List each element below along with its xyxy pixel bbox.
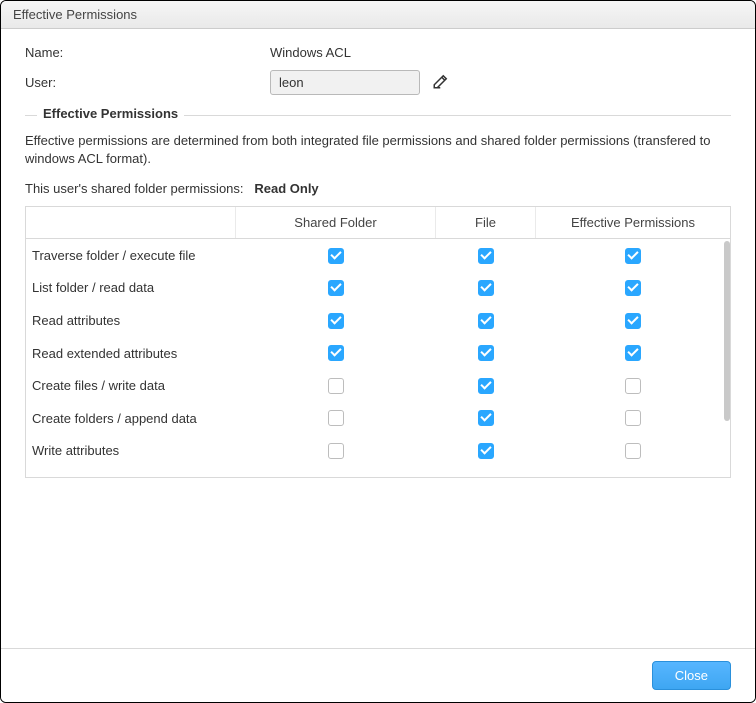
table-row: Read attributes [26, 304, 730, 337]
header-effective: Effective Permissions [536, 207, 730, 238]
name-value: Windows ACL [270, 45, 351, 60]
effective-checkbox [625, 280, 641, 296]
effective-checkbox-cell [536, 308, 730, 333]
user-label: User: [25, 75, 270, 90]
shared-folder-checkbox [328, 345, 344, 361]
effective-checkbox-cell [536, 276, 730, 301]
window-title: Effective Permissions [13, 7, 137, 22]
dialog-footer: Close [1, 648, 755, 702]
permission-name: Read attributes [26, 309, 236, 332]
shared-folder-checkbox [328, 313, 344, 329]
shared-folder-permissions-line: This user's shared folder permissions: R… [25, 181, 731, 196]
file-checkbox [478, 443, 494, 459]
section-description: Effective permissions are determined fro… [25, 132, 731, 167]
dialog-window: Effective Permissions Name: Windows ACL … [0, 0, 756, 703]
permission-name: Create folders / append data [26, 407, 236, 430]
file-checkbox-cell [436, 243, 536, 268]
shared-folder-checkbox-cell [236, 308, 436, 333]
file-checkbox [478, 378, 494, 394]
file-checkbox-cell [436, 341, 536, 366]
effective-checkbox-cell [536, 406, 730, 431]
shared-folder-checkbox-cell [236, 276, 436, 301]
effective-checkbox-cell [536, 243, 730, 268]
shared-folder-checkbox-cell [236, 406, 436, 431]
edit-icon [432, 72, 450, 93]
effective-checkbox [625, 410, 641, 426]
permission-name: Read extended attributes [26, 342, 236, 365]
shared-folder-checkbox-cell [236, 373, 436, 398]
header-name [26, 207, 236, 238]
table-row: Traverse folder / execute file [26, 239, 730, 272]
perm-value: Read Only [254, 181, 318, 196]
table-row: List folder / read data [26, 272, 730, 305]
shared-folder-checkbox-cell [236, 438, 436, 463]
file-checkbox-cell [436, 308, 536, 333]
file-checkbox-cell [436, 406, 536, 431]
permissions-table: Shared Folder File Effective Permissions… [25, 206, 731, 478]
file-checkbox-cell [436, 373, 536, 398]
dialog-content: Name: Windows ACL User: Effective Permis… [1, 29, 755, 648]
effective-checkbox-cell [536, 341, 730, 366]
shared-folder-checkbox [328, 248, 344, 264]
effective-checkbox [625, 443, 641, 459]
table-row: Write attributes [26, 434, 730, 467]
permission-name: List folder / read data [26, 276, 236, 299]
file-checkbox [478, 345, 494, 361]
header-file: File [436, 207, 536, 238]
table-row: Create files / write data [26, 369, 730, 402]
effective-checkbox [625, 345, 641, 361]
file-checkbox [478, 280, 494, 296]
name-label: Name: [25, 45, 270, 60]
shared-folder-checkbox [328, 378, 344, 394]
shared-folder-checkbox [328, 410, 344, 426]
close-button[interactable]: Close [652, 661, 731, 690]
effective-checkbox-cell [536, 438, 730, 463]
shared-folder-checkbox [328, 280, 344, 296]
shared-folder-checkbox-cell [236, 243, 436, 268]
titlebar: Effective Permissions [1, 1, 755, 29]
effective-checkbox [625, 313, 641, 329]
file-checkbox [478, 410, 494, 426]
section-legend: Effective Permissions [37, 106, 184, 121]
perm-prefix: This user's shared folder permissions: [25, 181, 244, 196]
permission-name: Traverse folder / execute file [26, 244, 236, 267]
effective-checkbox [625, 378, 641, 394]
table-row: Read extended attributes [26, 337, 730, 370]
edit-user-button[interactable] [430, 72, 452, 94]
permission-name: Create files / write data [26, 374, 236, 397]
file-checkbox [478, 248, 494, 264]
table-body[interactable]: Traverse folder / execute file List folde… [26, 239, 730, 477]
table-header: Shared Folder File Effective Permissions [26, 207, 730, 239]
file-checkbox-cell [436, 276, 536, 301]
file-checkbox-cell [436, 438, 536, 463]
effective-checkbox-cell [536, 373, 730, 398]
table-row: Create folders / append data [26, 402, 730, 435]
header-shared-folder: Shared Folder [236, 207, 436, 238]
scrollbar-thumb[interactable] [724, 241, 730, 421]
file-checkbox [478, 313, 494, 329]
shared-folder-checkbox-cell [236, 341, 436, 366]
shared-folder-checkbox [328, 443, 344, 459]
user-input[interactable] [270, 70, 420, 95]
effective-checkbox [625, 248, 641, 264]
user-row: User: [25, 70, 731, 95]
permission-name: Write attributes [26, 439, 236, 462]
effective-permissions-section: Effective Permissions Effective permissi… [25, 115, 731, 648]
name-row: Name: Windows ACL [25, 45, 731, 60]
